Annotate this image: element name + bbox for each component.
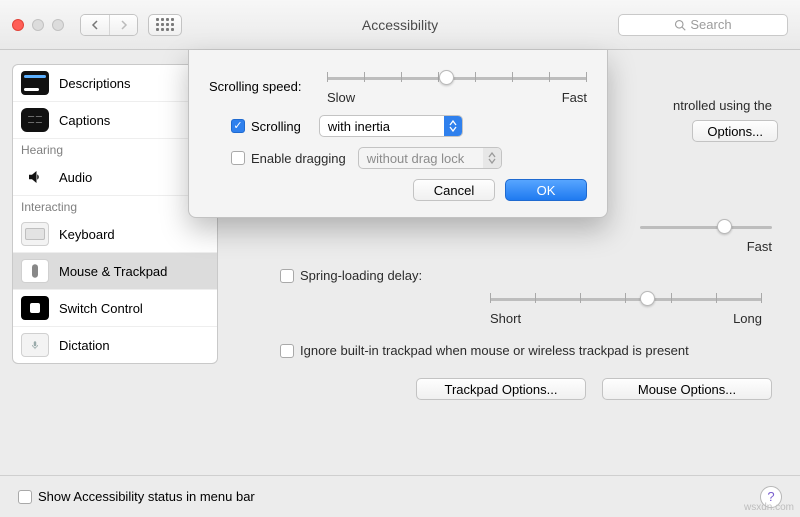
- grid-icon: [156, 18, 174, 31]
- forward-button[interactable]: [109, 15, 137, 35]
- slider-slow-label: Slow: [327, 90, 355, 105]
- switch-control-icon: [21, 296, 49, 320]
- scrolling-speed-slider[interactable]: [327, 68, 587, 88]
- zoom-window[interactable]: [52, 19, 64, 31]
- chevron-left-icon: [90, 20, 100, 30]
- chevron-updown-icon: [483, 148, 501, 168]
- search-placeholder: Search: [690, 17, 731, 32]
- sidebar-item-label: Mouse & Trackpad: [59, 264, 167, 279]
- show-status-menubar-checkbox[interactable]: [18, 490, 32, 504]
- sidebar-group-interacting: Interacting: [13, 196, 217, 216]
- chevron-updown-icon: [444, 116, 462, 136]
- nav-back-forward: [80, 14, 138, 36]
- sidebar-item-keyboard[interactable]: Keyboard: [13, 216, 217, 253]
- show-status-menubar-label: Show Accessibility status in menu bar: [38, 489, 255, 504]
- ok-button[interactable]: OK: [505, 179, 587, 201]
- sidebar-item-switch-control[interactable]: Switch Control: [13, 290, 217, 327]
- slider-short-label: Short: [490, 311, 521, 326]
- footer: Show Accessibility status in menu bar ?: [0, 475, 800, 517]
- ignore-trackpad-checkbox[interactable]: [280, 344, 294, 358]
- sidebar-item-label: Keyboard: [59, 227, 115, 242]
- mouse-icon: [21, 259, 49, 283]
- scrolling-label: Scrolling: [251, 119, 301, 134]
- sidebar-item-descriptions[interactable]: Descriptions: [13, 65, 217, 102]
- sidebar-item-captions[interactable]: — —— — Captions: [13, 102, 217, 139]
- captions-icon: — —— —: [21, 108, 49, 132]
- slider-fast-label: Fast: [747, 239, 772, 254]
- toolbar: Accessibility Search: [0, 0, 800, 50]
- show-all-button[interactable]: [148, 14, 182, 36]
- ignore-trackpad-label: Ignore built-in trackpad when mouse or w…: [300, 342, 689, 360]
- dragging-mode-select: without drag lock: [358, 147, 502, 169]
- search-icon: [674, 19, 686, 31]
- pane-intro-fragment: ntrolled using the: [673, 98, 772, 113]
- slider-long-label: Long: [733, 311, 762, 326]
- window-title: Accessibility: [192, 17, 608, 33]
- enable-dragging-checkbox[interactable]: [231, 151, 245, 165]
- scrolling-checkbox[interactable]: [231, 119, 245, 133]
- minimize-window[interactable]: [32, 19, 44, 31]
- scrolling-mode-value: with inertia: [320, 119, 444, 134]
- watermark: wsxdn.com: [744, 502, 794, 513]
- trackpad-options-button[interactable]: Trackpad Options...: [416, 378, 586, 400]
- cancel-button[interactable]: Cancel: [413, 179, 495, 201]
- slider-fast-label: Fast: [562, 90, 587, 105]
- enable-dragging-label: Enable dragging: [251, 151, 346, 166]
- sidebar-item-dictation[interactable]: Dictation: [13, 327, 217, 363]
- sidebar-item-audio[interactable]: Audio: [13, 159, 217, 196]
- chevron-right-icon: [119, 20, 129, 30]
- scrolling-speed-label: Scrolling speed:: [209, 79, 327, 94]
- sidebar-item-label: Dictation: [59, 338, 110, 353]
- search-field[interactable]: Search: [618, 14, 788, 36]
- descriptions-icon: [21, 71, 49, 95]
- mouse-options-button[interactable]: Mouse Options...: [602, 378, 772, 400]
- spring-loading-checkbox[interactable]: [280, 269, 294, 283]
- close-window[interactable]: [12, 19, 24, 31]
- sidebar-item-label: Captions: [59, 113, 110, 128]
- window-controls: [12, 19, 64, 31]
- double-click-speed-slider[interactable]: [640, 217, 772, 237]
- scrolling-mode-select[interactable]: with inertia: [319, 115, 463, 137]
- sidebar-item-label: Switch Control: [59, 301, 143, 316]
- back-button[interactable]: [81, 15, 109, 35]
- options-button[interactable]: Options...: [692, 120, 778, 142]
- spring-loading-label: Spring-loading delay:: [300, 268, 422, 283]
- dictation-icon: [21, 333, 49, 357]
- keyboard-icon: [21, 222, 49, 246]
- audio-icon: [21, 165, 49, 189]
- dragging-mode-value: without drag lock: [359, 151, 483, 166]
- sidebar-group-hearing: Hearing: [13, 139, 217, 159]
- sidebar-item-mouse-trackpad[interactable]: Mouse & Trackpad: [13, 253, 217, 290]
- spring-loading-slider[interactable]: [490, 289, 762, 309]
- sidebar-item-label: Descriptions: [59, 76, 131, 91]
- sidebar-item-label: Audio: [59, 170, 92, 185]
- trackpad-options-sheet: Scrolling speed: Slow Fast Scrolling wit…: [188, 50, 608, 218]
